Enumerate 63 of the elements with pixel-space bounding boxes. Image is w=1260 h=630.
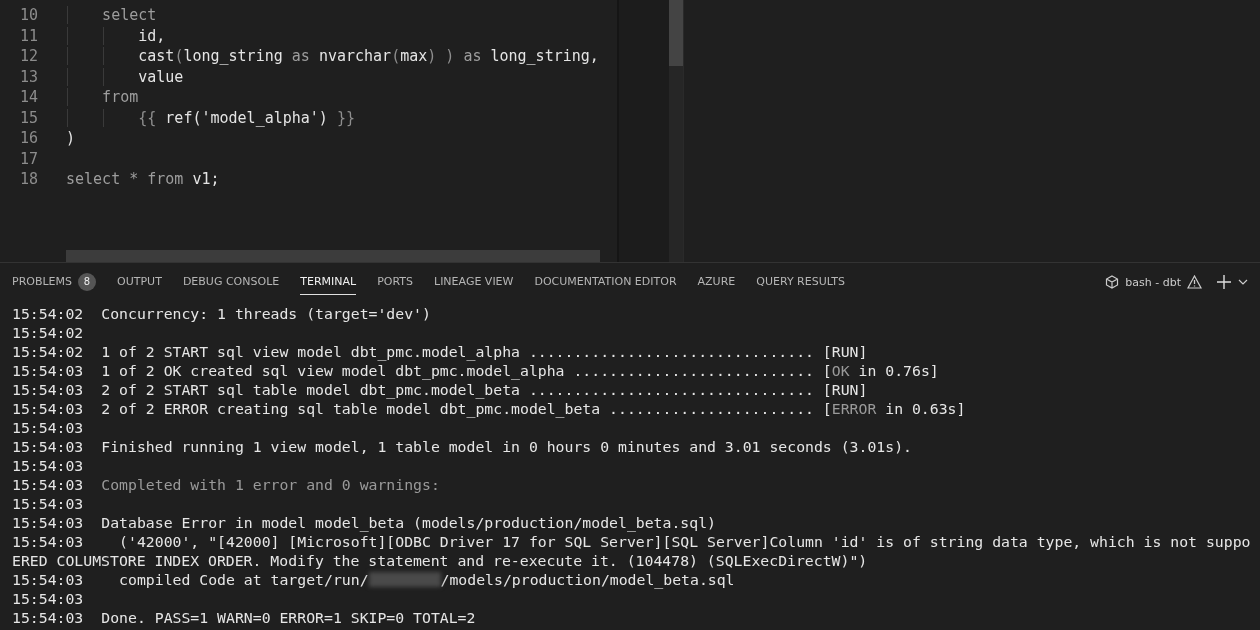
code-line: from: [66, 88, 139, 107]
timestamp: 15:54:03: [12, 532, 84, 551]
code-line: value: [66, 67, 184, 86]
timestamp: 15:54:02: [12, 323, 84, 342]
terminal-line: Database Error in model model_beta (models/production/model_beta.sql): [101, 513, 716, 532]
line-number: 16: [18, 129, 38, 148]
panel-tab[interactable]: PORTS: [377, 269, 413, 295]
line-number: 18: [18, 170, 38, 189]
panel-tab[interactable]: PROBLEMS 8: [12, 266, 97, 298]
line-number: 14: [18, 88, 38, 107]
timestamp: 15:54:03: [12, 513, 84, 532]
cube-icon: [1105, 275, 1120, 289]
timestamp: 15:54:03: [12, 399, 84, 418]
plus-icon[interactable]: [1216, 274, 1232, 290]
line-number: 12: [18, 47, 38, 66]
panel-tab[interactable]: DEBUG CONSOLE: [182, 269, 280, 295]
terminal-name[interactable]: bash - dbt: [1125, 275, 1181, 289]
chevron-down-icon[interactable]: [1238, 278, 1248, 286]
line-number: 13: [18, 67, 38, 86]
terminal-line: 2 of 2 START sql table model dbt_pmc.model_beta ................................ [RUN]: [101, 380, 868, 399]
vertical-scrollbar[interactable]: [669, 0, 683, 262]
terminal-line: Completed with 1 error and 0 warnings:: [101, 475, 440, 494]
line-number: 17: [18, 149, 38, 168]
panel-tab[interactable]: AZURE: [697, 269, 736, 295]
terminal-line: /models/production/model_beta.sql: [440, 570, 735, 589]
horizontal-scrollbar[interactable]: [66, 250, 600, 262]
line-number: 10: [18, 6, 38, 25]
code-line: cast(long_string as nvarchar(max) ) as long_string,: [66, 47, 599, 66]
warning-icon[interactable]: [1187, 275, 1202, 289]
timestamp: 15:54:03: [12, 608, 84, 627]
timestamp: 15:54:03: [12, 456, 84, 475]
panel-tab[interactable]: LINEAGE VIEW: [434, 269, 514, 295]
timestamp: 15:54:03: [12, 589, 84, 608]
timestamp: 15:54:02: [12, 304, 84, 323]
code-line: select: [66, 6, 157, 25]
timestamp: 15:54:03: [12, 494, 84, 513]
timestamp: 15:54:02: [12, 342, 84, 361]
panel-tab[interactable]: TERMINAL: [300, 269, 357, 295]
terminal-line: Finished running 1 view model, 1 table model in 0 hours 0 minutes and 3.01 seconds (3.01s).: [101, 437, 912, 456]
panel-tab[interactable]: DOCUMENTATION EDITOR: [534, 269, 677, 295]
line-number: 11: [18, 26, 38, 45]
line-number: 15: [18, 108, 38, 127]
count-badge: 8: [78, 272, 97, 291]
terminal-line: 1 of 2 OK created sql view model dbt_pmc.model_alpha ........................... [OK in 0.76s]: [101, 361, 939, 380]
terminal-line: Concurrency: 1 threads (target='dev'): [101, 304, 431, 323]
code-line: ): [66, 129, 76, 148]
timestamp: 15:54:03: [12, 361, 84, 380]
panel-tab[interactable]: QUERY RESULTS: [756, 269, 846, 295]
panel-tab[interactable]: OUTPUT: [117, 269, 162, 295]
code-line: {{ ref('model_alpha') }}: [66, 108, 355, 127]
terminal-line: Done. PASS=1 WARN=0 ERROR=1 SKIP=0 TOTAL=2: [101, 608, 476, 627]
code-line: id,: [66, 26, 166, 45]
code-line: select * from v1;: [66, 170, 220, 189]
terminal-line: ('42000', "[42000] [Microsoft][ODBC Driver 17 for SQL Server][SQL Server]Column 'id' is of string data type, which is not suppo: [118, 532, 1251, 551]
timestamp: 15:54:03: [12, 418, 84, 437]
terminal-line: compiled Code at target/run/: [118, 570, 369, 589]
terminal-line: 2 of 2 ERROR creating sql table model dbt_pmc.model_beta ....................... [ERROR in 0.63s]: [101, 399, 966, 418]
terminal-line: ERED COLUMSTORE INDEX ORDER. Modify the statement and re-execute it. (104478) (SQLExecDirectW)"): [12, 551, 868, 570]
timestamp: 15:54:03: [12, 570, 84, 589]
timestamp: 15:54:03: [12, 437, 84, 456]
terminal-line: 1 of 2 START sql view model dbt_pmc.model_alpha ................................ [RUN]: [101, 342, 868, 361]
timestamp: 15:54:03: [12, 475, 84, 494]
timestamp: 15:54:03: [12, 380, 84, 399]
